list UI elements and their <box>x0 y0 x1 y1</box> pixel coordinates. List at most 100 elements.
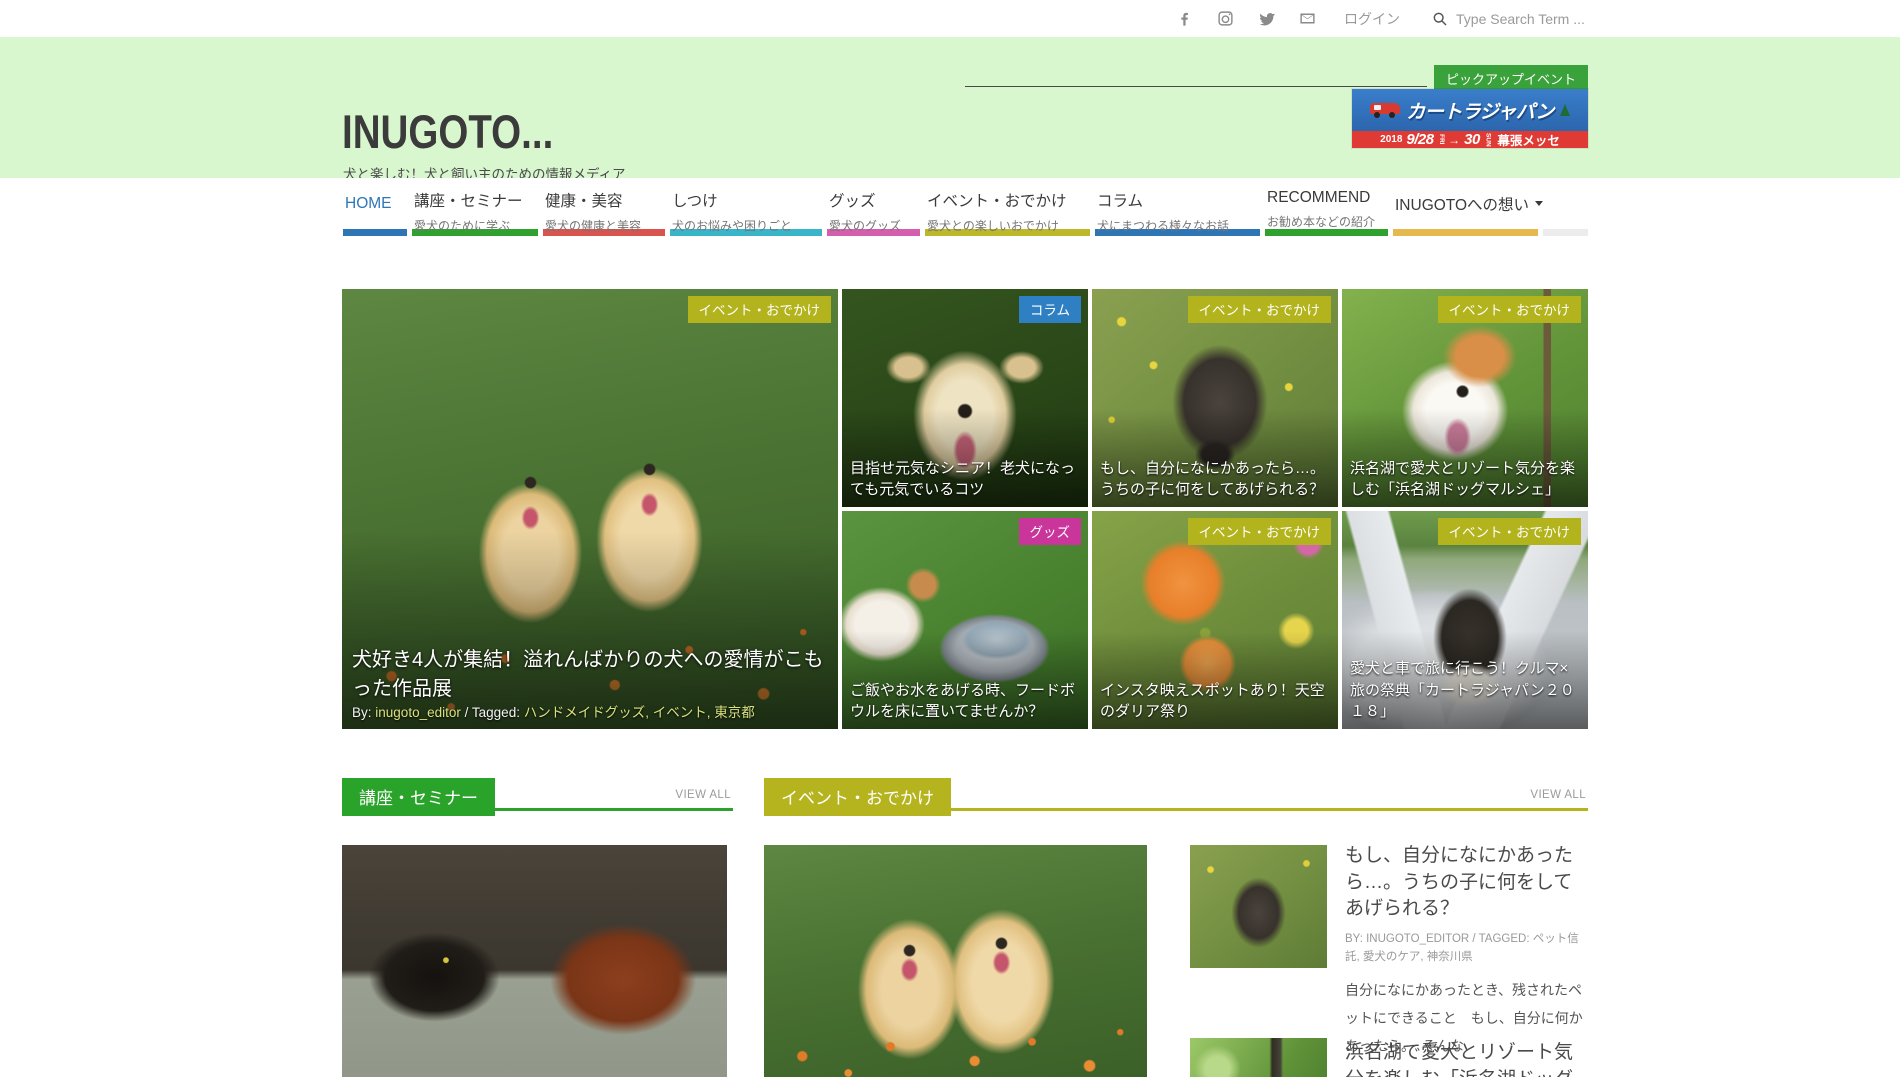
hero-article-title[interactable]: 犬好き4人が集結！溢れんばかりの犬への愛情がこもった作品展 <box>352 643 828 701</box>
nav-sublabel: 犬のお悩みや困りごと <box>672 217 822 234</box>
banner-venue: 幕張メッセ <box>1497 130 1560 149</box>
tagged-label: TAGGED: <box>1479 933 1530 945</box>
tree-icon <box>1560 104 1570 116</box>
category-badge[interactable]: イベント・おでかけ <box>1188 296 1332 323</box>
meta-separator: / <box>1472 933 1475 945</box>
article-card-title[interactable]: インスタ映えスポットあり！天空のダリア祭り <box>1100 680 1330 724</box>
nav-sublabel: お勧め本などの紹介 <box>1267 213 1388 230</box>
by-label: BY: <box>1345 933 1363 945</box>
email-icon[interactable] <box>1299 10 1316 27</box>
banner-date-strip: 2018 9/28 FRI → 30 SUN 幕張メッセ <box>1352 131 1588 148</box>
article-card-title[interactable]: ご飯やお水をあげる時、フードボウルを床に置いてませんか？ <box>850 680 1080 724</box>
article-card[interactable]: イベント・おでかけ 愛犬と車で旅に行こう！クルマ×旅の祭典「カートラジャパン２０… <box>1342 511 1588 729</box>
article-card-title[interactable]: 目指せ元気なシニア！老犬になっても元気でいるコツ <box>850 458 1080 502</box>
view-all-link[interactable]: VIEW ALL <box>675 789 731 801</box>
banner-day-from: FRI <box>1438 134 1445 144</box>
article-card[interactable]: イベント・おでかけ 浜名湖で愛犬とリゾート気分を楽しむ「浜名湖ドッグマルシェ」 <box>1342 289 1588 507</box>
instagram-icon[interactable] <box>1217 10 1234 27</box>
searchbox <box>1432 11 1616 27</box>
category-badge[interactable]: イベント・おでかけ <box>1188 518 1332 545</box>
category-badge[interactable]: グッズ <box>1019 518 1082 545</box>
facebook-icon[interactable] <box>1176 10 1193 27</box>
nav-sublabel: 犬にまつわる様々なお話 <box>1097 217 1260 234</box>
section-header-event: イベント・おでかけ VIEW ALL <box>764 778 1588 811</box>
camper-van-icon <box>1370 102 1400 118</box>
author-link[interactable]: inugoto_editor <box>375 705 461 720</box>
section-header-seminar: 講座・セミナー VIEW ALL <box>342 778 733 811</box>
category-badge[interactable]: イベント・おでかけ <box>1438 518 1582 545</box>
tag-links[interactable]: ハンドメイドグッズ, イベント, 東京都 <box>524 705 755 720</box>
banner-arrow: → <box>1448 133 1460 147</box>
twitter-icon[interactable] <box>1258 10 1275 27</box>
nav-label: INUGOTOへの想い <box>1395 193 1529 215</box>
nav-item-column[interactable]: コラム犬にまつわる様々なお話 <box>1095 178 1260 236</box>
side-article-meta: BY: INUGOTO_EDITOR / TAGGED: ペット信託, 愛犬のケ… <box>1345 930 1590 967</box>
site-header: INUGOTO... 犬と楽しむ！犬と飼い主のための情報メディア <box>0 37 1900 178</box>
side-article-thumbnail[interactable] <box>1190 1038 1327 1077</box>
nav-label: イベント・おでかけ <box>927 189 1090 211</box>
nav-item-event[interactable]: イベント・おでかけ愛犬との楽しいおでかけ <box>925 178 1090 236</box>
hero-article-image[interactable]: イベント・おでかけ 犬好き4人が集結！溢れんばかりの犬への愛情がこもった作品展 … <box>342 289 838 729</box>
chevron-down-icon <box>1535 201 1543 206</box>
by-label: By: <box>352 705 372 720</box>
nav-item-training[interactable]: しつけ犬のお悩みや困りごと <box>670 178 822 236</box>
banner-date-from: 9/28 <box>1406 131 1433 148</box>
meta-separator: / <box>465 705 469 720</box>
nav-item-goods[interactable]: グッズ愛犬のグッズ <box>827 178 920 236</box>
nav-label: しつけ <box>672 189 822 211</box>
nav-sublabel: 愛犬のグッズ <box>829 217 920 234</box>
nav-label: RECOMMEND <box>1267 189 1388 207</box>
nav-item-home[interactable]: HOME <box>343 178 407 236</box>
login-link[interactable]: ログイン <box>1344 9 1400 29</box>
nav-label: 講座・セミナー <box>414 189 538 211</box>
hero-article-meta: By: inugoto_editor / Tagged: ハンドメイドグッズ, … <box>352 701 828 721</box>
site-logo[interactable]: INUGOTO... <box>342 104 553 159</box>
category-badge[interactable]: イベント・おでかけ <box>1438 296 1582 323</box>
nav-item-seminar[interactable]: 講座・セミナー愛犬のために学ぶ <box>412 178 538 236</box>
search-input[interactable] <box>1456 11 1616 27</box>
banner-year: 2018 <box>1380 134 1402 145</box>
side-article-title[interactable]: もし、自分になにかあったら…。うちの子に何をしてあげられる？ <box>1345 843 1590 923</box>
section-title: 講座・セミナー <box>342 778 495 816</box>
nav-label: グッズ <box>829 189 920 211</box>
article-card-title[interactable]: もし、自分になにかあったら…。うちの子に何をしてあげられる？ <box>1100 458 1330 502</box>
side-article: 浜名湖で愛犬とリゾート気分を楽しむ「浜名湖ドッグ <box>1345 1040 1590 1077</box>
article-card[interactable]: イベント・おでかけ もし、自分になにかあったら…。うちの子に何をしてあげられる？ <box>1092 289 1338 507</box>
author-link[interactable]: INUGOTO_EDITOR <box>1366 933 1469 945</box>
nav-sublabel: 愛犬との楽しいおでかけ <box>927 217 1090 234</box>
article-card-title[interactable]: 愛犬と車で旅に行こう！クルマ×旅の祭典「カートラジャパン２０１８」 <box>1350 658 1580 723</box>
nav-label: HOME <box>345 195 392 213</box>
topbar-right: ログイン <box>1176 0 1616 37</box>
article-card[interactable]: イベント・おでかけ インスタ映えスポットあり！天空のダリア祭り <box>1092 511 1338 729</box>
nav-item-recommend[interactable]: RECOMMEND お勧め本などの紹介 <box>1265 178 1388 236</box>
main-nav: HOME 講座・セミナー愛犬のために学ぶ 健康・美容愛犬の健康と美容 しつけ犬の… <box>0 178 1900 243</box>
nav-sublabel: 愛犬のために学ぶ <box>414 217 538 234</box>
nav-item-about[interactable]: INUGOTOへの想い <box>1393 178 1538 236</box>
pickup-event-banner[interactable]: カートラジャパン 2018 9/28 FRI → 30 SUN 幕張メッセ <box>1352 89 1588 148</box>
category-badge[interactable]: イベント・おでかけ <box>688 296 832 323</box>
section-title: イベント・おでかけ <box>764 778 951 816</box>
page: ログイン INUGOTO... 犬と楽しむ！犬と飼い主のための情報メディア ピッ… <box>0 0 1900 1077</box>
nav-label: 健康・美容 <box>545 189 665 211</box>
banner-top: カートラジャパン <box>1352 89 1588 131</box>
nav-filler <box>1543 178 1588 236</box>
nav-item-health[interactable]: 健康・美容愛犬の健康と美容 <box>543 178 665 236</box>
article-card[interactable]: グッズ ご飯やお水をあげる時、フードボウルを床に置いてませんか？ <box>842 511 1088 729</box>
topbar: ログイン <box>0 0 1900 37</box>
banner-date-to: 30 <box>1464 131 1480 148</box>
category-badge[interactable]: コラム <box>1019 296 1081 323</box>
event-article-image[interactable] <box>764 845 1147 1077</box>
seminar-article-image[interactable] <box>342 845 727 1077</box>
article-card-title[interactable]: 浜名湖で愛犬とリゾート気分を楽しむ「浜名湖ドッグマルシェ」 <box>1350 458 1580 502</box>
search-icon[interactable] <box>1432 11 1448 27</box>
side-article-thumbnail[interactable] <box>1190 845 1327 968</box>
banner-brand: カートラジャパン <box>1406 97 1554 124</box>
tagged-label: Tagged: <box>472 705 520 720</box>
article-card[interactable]: コラム 目指せ元気なシニア！老犬になっても元気でいるコツ <box>842 289 1088 507</box>
header-divider <box>965 86 1427 87</box>
nav-sublabel: 愛犬の健康と美容 <box>545 217 665 234</box>
side-article-title[interactable]: 浜名湖で愛犬とリゾート気分を楽しむ「浜名湖ドッグ <box>1345 1040 1590 1077</box>
banner-day-to: SUN <box>1484 133 1491 147</box>
side-article: もし、自分になにかあったら…。うちの子に何をしてあげられる？ BY: INUGO… <box>1345 843 1590 1060</box>
view-all-link[interactable]: VIEW ALL <box>1530 789 1586 801</box>
